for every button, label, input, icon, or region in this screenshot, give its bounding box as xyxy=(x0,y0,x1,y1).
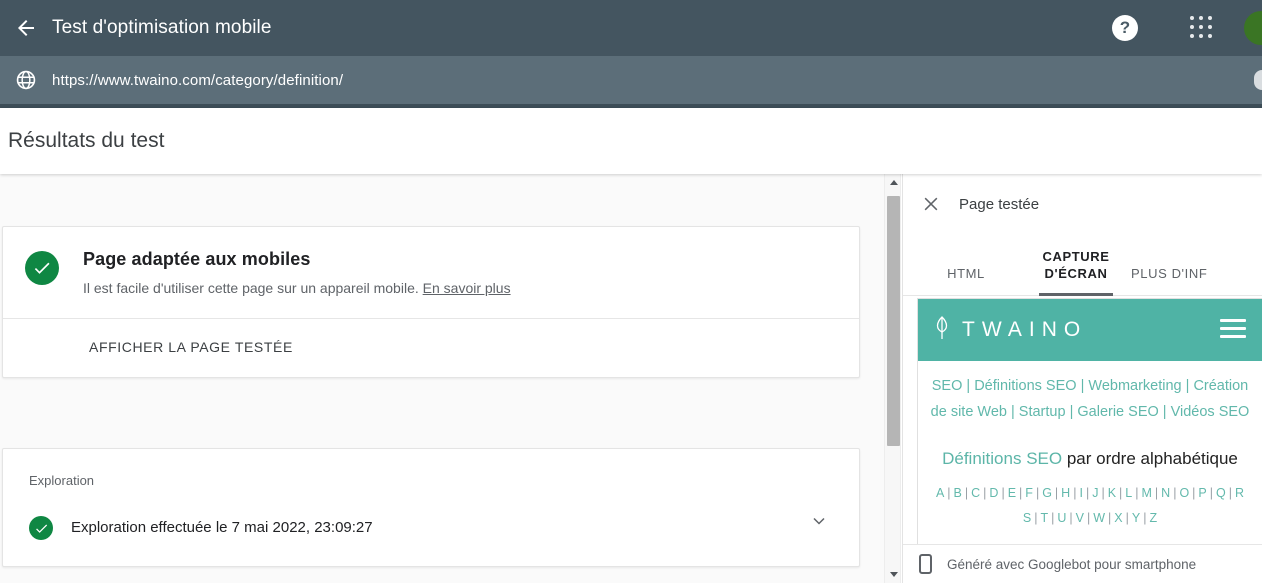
alpha-link[interactable]: A xyxy=(936,486,944,500)
alpha-link[interactable]: M xyxy=(1141,486,1151,500)
preview-nav-link[interactable]: SEO xyxy=(932,378,963,394)
alpha-link[interactable]: I xyxy=(1079,486,1082,500)
tab-screenshot[interactable]: CAPTURE D'ÉCRAN xyxy=(1021,248,1131,296)
preview-alphabet-index: A | B | C | D | E | F | G | H | I | J | K | L | M | N | O | P | Q | R S | T |… xyxy=(918,481,1262,531)
panel-footer-text: Généré avec Googlebot pour smartphone xyxy=(947,556,1197,572)
alpha-link[interactable]: S xyxy=(1023,511,1031,525)
back-button[interactable] xyxy=(0,0,52,56)
alpha-link[interactable]: K xyxy=(1108,486,1116,500)
status-card: Page adaptée aux mobiles Il est facile d… xyxy=(2,226,860,378)
alpha-link[interactable]: B xyxy=(954,486,962,500)
results-title: Résultats du test xyxy=(8,129,165,152)
alpha-link[interactable]: N xyxy=(1161,486,1170,500)
alpha-link[interactable]: C xyxy=(971,486,980,500)
tested-page-panel-header: Page testée xyxy=(903,174,1262,234)
panel-footer: Généré avec Googlebot pour smartphone xyxy=(903,544,1262,583)
url-text: https://www.twaino.com/category/definiti… xyxy=(52,71,344,89)
check-circle-icon xyxy=(25,251,59,285)
mobile-friendly-test-page: Test d'optimisation mobile ? https://www… xyxy=(0,0,1262,583)
urlbar-edge-control[interactable] xyxy=(1254,70,1262,90)
avatar[interactable] xyxy=(1244,11,1262,45)
alpha-link[interactable]: Q xyxy=(1216,486,1226,500)
exploration-row[interactable]: Exploration effectuée le 7 mai 2022, 23:… xyxy=(29,514,837,540)
smartphone-icon xyxy=(903,554,947,574)
alphabet-row-1: A | B | C | D | E | F | G | H | I | J | K | L | M | N | O | P | Q | R xyxy=(935,486,1245,500)
preview-brand-text: TWAINO xyxy=(962,318,1088,341)
alpha-link[interactable]: J xyxy=(1092,486,1098,500)
alpha-link[interactable]: D xyxy=(989,486,998,500)
hamburger-icon[interactable] xyxy=(1220,319,1246,343)
appbar-actions: ? xyxy=(1112,0,1262,56)
preview-heading-rest: par ordre alphabétique xyxy=(1062,449,1238,468)
status-subtitle: Il est facile d'utiliser cette page sur … xyxy=(83,280,511,296)
tested-page-tabs: HTML CAPTURE D'ÉCRAN PLUS D'INF xyxy=(903,234,1262,296)
alpha-link[interactable]: U xyxy=(1057,511,1066,525)
alpha-link[interactable]: Y xyxy=(1132,511,1140,525)
exploration-card-body: Exploration Exploration effectuée le 7 m… xyxy=(3,449,859,566)
page-title: Test d'optimisation mobile xyxy=(52,17,272,38)
status-card-texts: Page adaptée aux mobiles Il est facile d… xyxy=(83,249,511,296)
status-subtitle-text: Il est facile d'utiliser cette page sur … xyxy=(83,280,419,296)
help-icon[interactable]: ? xyxy=(1112,15,1138,41)
alpha-link[interactable]: G xyxy=(1042,486,1052,500)
preview-logo: TWAINO xyxy=(932,314,1087,347)
app-bar: Test d'optimisation mobile ? xyxy=(0,0,1262,56)
alpha-link[interactable]: W xyxy=(1093,511,1105,525)
status-title: Page adaptée aux mobiles xyxy=(83,249,311,269)
alpha-link[interactable]: H xyxy=(1061,486,1070,500)
preview-nav-link[interactable]: Galerie SEO xyxy=(1077,404,1158,420)
preview-nav-link[interactable]: Webmarketing xyxy=(1088,378,1181,394)
alpha-link[interactable]: O xyxy=(1179,486,1189,500)
vertical-scrollbar[interactable] xyxy=(884,174,901,583)
url-bar: https://www.twaino.com/category/definiti… xyxy=(0,56,1262,104)
tested-page-panel-title: Page testée xyxy=(959,195,1040,213)
alpha-link[interactable]: X xyxy=(1114,511,1122,525)
alpha-link[interactable]: V xyxy=(1076,511,1084,525)
tab-more-info[interactable]: PLUS D'INF xyxy=(1131,265,1261,295)
alpha-link[interactable]: F xyxy=(1025,486,1033,500)
alpha-link[interactable]: P xyxy=(1198,486,1206,500)
alpha-link[interactable]: Z xyxy=(1149,511,1157,525)
alpha-link[interactable]: L xyxy=(1125,486,1132,500)
alpha-link[interactable]: R xyxy=(1235,486,1244,500)
preview-nav-link[interactable]: Startup xyxy=(1019,404,1066,420)
alpha-link[interactable]: T xyxy=(1040,511,1048,525)
check-circle-icon xyxy=(29,516,53,540)
scroll-up-arrow-icon[interactable] xyxy=(885,174,902,191)
preview-nav-link[interactable]: Définitions SEO xyxy=(974,378,1076,394)
scroll-down-arrow-icon[interactable] xyxy=(885,566,902,583)
preview-heading: Définitions SEO par ordre alphabétique xyxy=(918,449,1262,469)
status-card-header: Page adaptée aux mobiles Il est facile d… xyxy=(3,227,859,318)
preview-nav-link[interactable]: Vidéos SEO xyxy=(1171,404,1250,420)
tab-html[interactable]: HTML xyxy=(911,265,1021,295)
close-icon[interactable] xyxy=(903,194,959,214)
learn-more-link[interactable]: En savoir plus xyxy=(423,280,511,296)
tested-page-panel: Page testée HTML CAPTURE D'ÉCRAN PLUS D'… xyxy=(902,174,1262,583)
alphabet-row-2: S | T | U | V | W | X | Y | Z xyxy=(1022,511,1158,525)
globe-icon xyxy=(0,69,52,91)
results-content-pane: Page adaptée aux mobiles Il est facile d… xyxy=(0,174,884,583)
exploration-row-text: Exploration effectuée le 7 mai 2022, 23:… xyxy=(71,518,373,536)
preview-heading-accent: Définitions SEO xyxy=(942,449,1063,468)
arrow-left-icon xyxy=(14,16,38,40)
alpha-link[interactable]: E xyxy=(1008,486,1016,500)
apps-grid-icon[interactable] xyxy=(1190,16,1214,40)
scrollbar-thumb[interactable] xyxy=(887,196,900,446)
screenshot-preview: TWAINO SEO | Définitions SEO | Webmarket… xyxy=(917,298,1262,546)
view-tested-page-button[interactable]: AFFICHER LA PAGE TESTÉE xyxy=(3,319,859,377)
results-header: Résultats du test xyxy=(0,108,1262,174)
preview-site-header: TWAINO xyxy=(918,299,1262,361)
leaf-logo-icon xyxy=(932,314,952,347)
preview-nav-links: SEO | Définitions SEO | Webmarketing | C… xyxy=(930,378,1250,420)
chevron-down-icon[interactable] xyxy=(809,511,829,536)
exploration-group-label: Exploration xyxy=(29,473,95,488)
exploration-card: Exploration Exploration effectuée le 7 m… xyxy=(2,448,860,567)
